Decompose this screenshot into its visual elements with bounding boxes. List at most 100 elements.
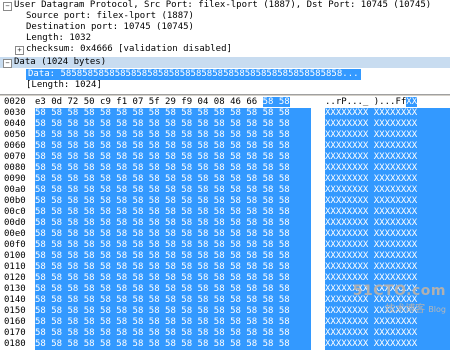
hex-ascii[interactable]: ..rP..._ )...FfXX bbox=[325, 97, 450, 108]
tree-row-checksum[interactable]: + checksum: 0x4666 [validation disabled] bbox=[0, 44, 450, 55]
hex-bytes[interactable]: 58 58 58 58 58 58 58 58 58 58 58 58 58 5… bbox=[35, 317, 311, 328]
hex-ascii[interactable]: XXXXXXXX XXXXXXXX bbox=[325, 262, 450, 273]
hex-bytes[interactable]: e3 0d 72 50 c9 f1 07 5f 29 f9 04 08 46 6… bbox=[35, 97, 311, 108]
hex-bytes[interactable]: 58 58 58 58 58 58 58 58 58 58 58 58 58 5… bbox=[35, 174, 311, 185]
hex-ascii[interactable]: XXXXXXXX XXXXXXXX bbox=[325, 185, 450, 196]
hex-bytes[interactable]: 58 58 58 58 58 58 58 58 58 58 58 58 58 5… bbox=[35, 108, 311, 119]
hex-ascii[interactable]: XXXXXXXX XXXXXXXX bbox=[325, 108, 450, 119]
hex-bytes[interactable]: 58 58 58 58 58 58 58 58 58 58 58 58 58 5… bbox=[35, 240, 311, 251]
hex-offset: 00e0 bbox=[4, 229, 34, 240]
hex-row[interactable]: 00f058 58 58 58 58 58 58 58 58 58 58 58 … bbox=[0, 240, 450, 251]
hex-bytes[interactable]: 58 58 58 58 58 58 58 58 58 58 58 58 58 5… bbox=[35, 295, 311, 306]
hex-bytes[interactable]: 58 58 58 58 58 58 58 58 58 58 58 58 58 5… bbox=[35, 229, 311, 240]
hex-ascii[interactable]: XXXXXXXX XXXXXXXX bbox=[325, 273, 450, 284]
hex-ascii[interactable]: XXXXXXXX XXXXXXXX bbox=[325, 163, 450, 174]
hex-ascii[interactable]: XXXXXXXX XXXXXXXX bbox=[325, 328, 450, 339]
hex-ascii[interactable]: XXXXXXXX XXXXXXXX bbox=[325, 119, 450, 130]
tree-row-data[interactable]: − Data (1024 bytes) bbox=[0, 57, 450, 68]
hex-bytes[interactable]: 58 58 58 58 58 58 58 58 58 58 58 58 58 5… bbox=[35, 306, 311, 317]
tree-row-udp[interactable]: − User Datagram Protocol, Src Port: file… bbox=[0, 0, 450, 11]
hex-row[interactable]: 014058 58 58 58 58 58 58 58 58 58 58 58 … bbox=[0, 295, 450, 306]
hex-ascii[interactable]: XXXXXXXX XXXXXXXX bbox=[325, 141, 450, 152]
hex-ascii[interactable]: XXXXXXXX XXXXXXXX bbox=[325, 196, 450, 207]
tree-label-src-port: Source port: filex-lport (1887) bbox=[26, 11, 194, 22]
hex-row[interactable]: 00e058 58 58 58 58 58 58 58 58 58 58 58 … bbox=[0, 229, 450, 240]
hex-offset: 0160 bbox=[4, 317, 34, 328]
tree-label-udp: User Datagram Protocol, Src Port: filex-… bbox=[14, 0, 431, 11]
hex-ascii[interactable]: XXXXXXXX XXXXXXXX bbox=[325, 295, 450, 306]
hex-bytes[interactable]: 58 58 58 58 58 58 58 58 58 58 58 58 58 5… bbox=[35, 119, 311, 130]
hex-bytes[interactable]: 58 58 58 58 58 58 58 58 58 58 58 58 58 5… bbox=[35, 328, 311, 339]
hex-ascii[interactable]: XXXXXXXX XXXXXXXX bbox=[325, 317, 450, 328]
hex-offset: 0050 bbox=[4, 130, 34, 141]
hex-row[interactable]: 00d058 58 58 58 58 58 58 58 58 58 58 58 … bbox=[0, 218, 450, 229]
hex-bytes[interactable]: 58 58 58 58 58 58 58 58 58 58 58 58 58 5… bbox=[35, 339, 311, 350]
hex-bytes[interactable]: 58 58 58 58 58 58 58 58 58 58 58 58 58 5… bbox=[35, 273, 311, 284]
hex-offset: 00b0 bbox=[4, 196, 34, 207]
hex-offset: 0110 bbox=[4, 262, 34, 273]
hex-row[interactable]: 0020 e3 0d 72 50 c9 f1 07 5f 29 f9 04 08… bbox=[0, 97, 450, 108]
hex-offset: 0120 bbox=[4, 273, 34, 284]
tree-row-dst-port[interactable]: Destination port: 10745 (10745) bbox=[0, 22, 450, 33]
hex-bytes[interactable]: 58 58 58 58 58 58 58 58 58 58 58 58 58 5… bbox=[35, 218, 311, 229]
hex-ascii[interactable]: XXXXXXXX XXXXXXXX bbox=[325, 306, 450, 317]
hex-row[interactable]: 015058 58 58 58 58 58 58 58 58 58 58 58 … bbox=[0, 306, 450, 317]
hex-offset: 00a0 bbox=[4, 185, 34, 196]
hex-bytes-header: e3 0d 72 50 c9 f1 07 5f 29 f9 04 08 46 6… bbox=[35, 97, 257, 107]
hex-bytes[interactable]: 58 58 58 58 58 58 58 58 58 58 58 58 58 5… bbox=[35, 284, 311, 295]
hex-ascii[interactable]: XXXXXXXX XXXXXXXX bbox=[325, 240, 450, 251]
hex-row[interactable]: 012058 58 58 58 58 58 58 58 58 58 58 58 … bbox=[0, 273, 450, 284]
hex-row[interactable]: 018058 58 58 58 58 58 58 58 58 58 58 58 … bbox=[0, 339, 450, 350]
hex-bytes[interactable]: 58 58 58 58 58 58 58 58 58 58 58 58 58 5… bbox=[35, 251, 311, 262]
hex-row[interactable]: 004058 58 58 58 58 58 58 58 58 58 58 58 … bbox=[0, 119, 450, 130]
hex-row[interactable]: 009058 58 58 58 58 58 58 58 58 58 58 58 … bbox=[0, 174, 450, 185]
hex-row[interactable]: 010058 58 58 58 58 58 58 58 58 58 58 58 … bbox=[0, 251, 450, 262]
hex-row[interactable]: 016058 58 58 58 58 58 58 58 58 58 58 58 … bbox=[0, 317, 450, 328]
hex-bytes[interactable]: 58 58 58 58 58 58 58 58 58 58 58 58 58 5… bbox=[35, 207, 311, 218]
hex-ascii[interactable]: XXXXXXXX XXXXXXXX bbox=[325, 284, 450, 295]
tree-row-length[interactable]: Length: 1032 bbox=[0, 33, 450, 44]
hex-ascii[interactable]: XXXXXXXX XXXXXXXX bbox=[325, 130, 450, 141]
hex-offset: 0150 bbox=[4, 306, 34, 317]
hex-row[interactable]: 013058 58 58 58 58 58 58 58 58 58 58 58 … bbox=[0, 284, 450, 295]
hex-bytes[interactable]: 58 58 58 58 58 58 58 58 58 58 58 58 58 5… bbox=[35, 141, 311, 152]
hex-offset: 0060 bbox=[4, 141, 34, 152]
hex-offset: 0030 bbox=[4, 108, 34, 119]
hex-row[interactable]: 005058 58 58 58 58 58 58 58 58 58 58 58 … bbox=[0, 130, 450, 141]
hex-offset: 0080 bbox=[4, 163, 34, 174]
hex-bytes[interactable]: 58 58 58 58 58 58 58 58 58 58 58 58 58 5… bbox=[35, 163, 311, 174]
hex-row[interactable]: 007058 58 58 58 58 58 58 58 58 58 58 58 … bbox=[0, 152, 450, 163]
hex-offset: 0130 bbox=[4, 284, 34, 295]
tree-label-data-value: Data: 5858585858585858585858585858585858… bbox=[26, 69, 361, 80]
hex-ascii[interactable]: XXXXXXXX XXXXXXXX bbox=[325, 218, 450, 229]
tree-row-src-port[interactable]: Source port: filex-lport (1887) bbox=[0, 11, 450, 22]
hex-ascii[interactable]: XXXXXXXX XXXXXXXX bbox=[325, 152, 450, 163]
tree-label-dst-port: Destination port: 10745 (10745) bbox=[26, 22, 194, 33]
hex-ascii[interactable]: XXXXXXXX XXXXXXXX bbox=[325, 174, 450, 185]
hex-ascii[interactable]: XXXXXXXX XXXXXXXX bbox=[325, 229, 450, 240]
hex-bytes[interactable]: 58 58 58 58 58 58 58 58 58 58 58 58 58 5… bbox=[35, 196, 311, 207]
hex-row[interactable]: 008058 58 58 58 58 58 58 58 58 58 58 58 … bbox=[0, 163, 450, 174]
tree-row-data-value[interactable]: Data: 5858585858585858585858585858585858… bbox=[0, 69, 450, 80]
hex-ascii[interactable]: XXXXXXXX XXXXXXXX bbox=[325, 207, 450, 218]
collapse-icon[interactable]: − bbox=[3, 59, 12, 68]
tree-row-data-length[interactable]: [Length: 1024] bbox=[0, 80, 450, 91]
hex-bytes[interactable]: 58 58 58 58 58 58 58 58 58 58 58 58 58 5… bbox=[35, 130, 311, 141]
hex-offset: 0090 bbox=[4, 174, 34, 185]
hex-offset: 0070 bbox=[4, 152, 34, 163]
hex-row[interactable]: 00c058 58 58 58 58 58 58 58 58 58 58 58 … bbox=[0, 207, 450, 218]
hex-ascii[interactable]: XXXXXXXX XXXXXXXX bbox=[325, 339, 450, 350]
hex-row[interactable]: 017058 58 58 58 58 58 58 58 58 58 58 58 … bbox=[0, 328, 450, 339]
hex-row[interactable]: 003058 58 58 58 58 58 58 58 58 58 58 58 … bbox=[0, 108, 450, 119]
hex-row[interactable]: 006058 58 58 58 58 58 58 58 58 58 58 58 … bbox=[0, 141, 450, 152]
expand-icon[interactable]: + bbox=[15, 46, 24, 55]
hex-row[interactable]: 00b058 58 58 58 58 58 58 58 58 58 58 58 … bbox=[0, 196, 450, 207]
hex-ascii[interactable]: XXXXXXXX XXXXXXXX bbox=[325, 251, 450, 262]
hex-row[interactable]: 011058 58 58 58 58 58 58 58 58 58 58 58 … bbox=[0, 262, 450, 273]
hex-bytes[interactable]: 58 58 58 58 58 58 58 58 58 58 58 58 58 5… bbox=[35, 152, 311, 163]
hex-row[interactable]: 00a058 58 58 58 58 58 58 58 58 58 58 58 … bbox=[0, 185, 450, 196]
collapse-icon[interactable]: − bbox=[3, 2, 12, 11]
tree-label-data-length: [Length: 1024] bbox=[26, 80, 102, 91]
hex-bytes[interactable]: 58 58 58 58 58 58 58 58 58 58 58 58 58 5… bbox=[35, 262, 311, 273]
hex-bytes[interactable]: 58 58 58 58 58 58 58 58 58 58 58 58 58 5… bbox=[35, 185, 311, 196]
